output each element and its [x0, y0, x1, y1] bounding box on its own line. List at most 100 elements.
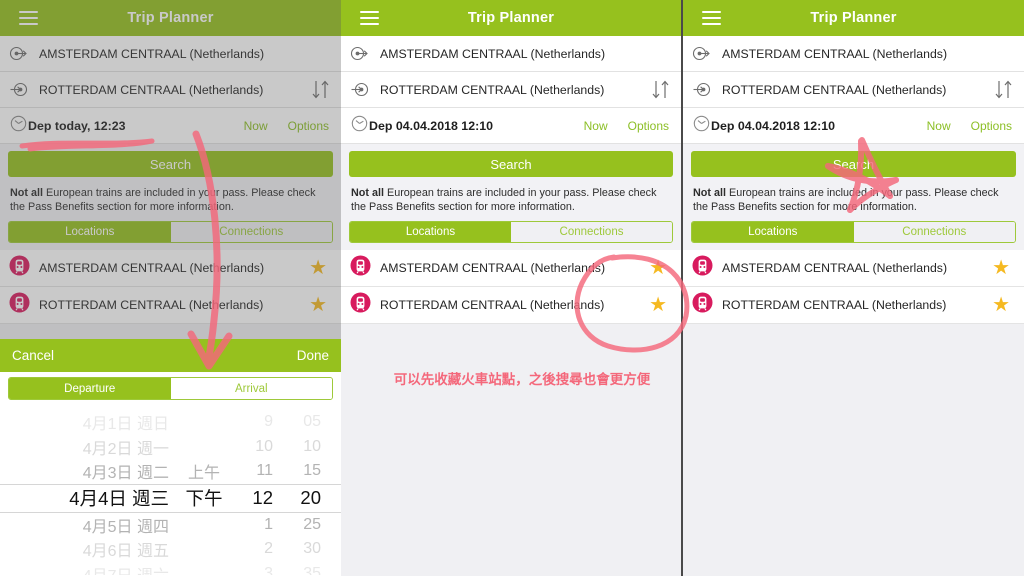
swap-vertical-icon[interactable]: [650, 78, 671, 101]
panel-1: Trip Planner AMSTERDAM CENTRAAL (Netherl…: [0, 0, 341, 576]
datetime-row[interactable]: Dep 04.04.2018 12:10 Now Options: [341, 108, 681, 144]
now-link[interactable]: Now: [584, 119, 608, 133]
tab-connections[interactable]: Connections: [853, 222, 1015, 242]
origin-row[interactable]: AMSTERDAM CENTRAAL (Netherlands): [683, 36, 1024, 72]
tab-locations[interactable]: Locations: [692, 222, 854, 242]
picker-minute: 10: [303, 437, 321, 455]
clock-icon: [9, 114, 28, 138]
train-station-icon: [692, 292, 713, 318]
favorite-star-icon[interactable]: ★: [649, 295, 667, 315]
datetime-picker-modal: Cancel Done Departure Arrival 4月1日 週日 9 …: [0, 339, 341, 576]
list-item[interactable]: ROTTERDAM CENTRAAL (Netherlands) ★: [0, 287, 341, 324]
destination-row[interactable]: ROTTERDAM CENTRAAL (Netherlands): [341, 72, 681, 108]
picker-minute: 20: [300, 487, 321, 508]
app-header-3: Trip Planner: [683, 0, 1024, 36]
options-link[interactable]: Options: [288, 119, 329, 133]
datetime-picker[interactable]: 4月1日 週日 9 05 4月2日 週一 10 10 4月3日 週二 上午 11…: [0, 405, 341, 575]
tab-departure[interactable]: Departure: [9, 378, 171, 399]
options-link[interactable]: Options: [971, 119, 1012, 133]
list-item-label: AMSTERDAM CENTRAAL (Netherlands): [380, 261, 606, 275]
pass-notice: Not all European trains are included in …: [683, 184, 1024, 221]
picker-hour: 2: [264, 540, 273, 558]
picker-row[interactable]: 4月1日 週日 9 05: [0, 410, 341, 435]
search-button[interactable]: Search: [691, 151, 1016, 177]
modal-action-bar: Cancel Done: [0, 339, 341, 372]
picker-hour: 12: [252, 487, 273, 508]
app-header-2: Trip Planner: [341, 0, 681, 36]
now-link[interactable]: Now: [244, 119, 268, 133]
picker-date: 4月5日 週四: [82, 518, 169, 536]
page-title: Trip Planner: [810, 10, 897, 26]
destination-icon: [350, 80, 380, 99]
picker-row[interactable]: 4月6日 週五 2 30: [0, 537, 341, 562]
pass-notice-rest: European trains are included in your pas…: [693, 187, 999, 213]
picker-date: 4月1日 週日: [82, 416, 169, 434]
hamburger-icon[interactable]: [360, 11, 379, 25]
hamburger-icon[interactable]: [19, 11, 38, 25]
origin-label: AMSTERDAM CENTRAAL (Netherlands): [39, 46, 265, 61]
favorite-star-icon[interactable]: ★: [992, 295, 1010, 315]
page-title: Trip Planner: [467, 10, 555, 26]
hamburger-icon[interactable]: [702, 11, 721, 25]
list-item[interactable]: AMSTERDAM CENTRAAL (Netherlands) ★: [0, 250, 341, 287]
favorite-star-icon[interactable]: ★: [309, 295, 327, 315]
favorite-star-icon[interactable]: ★: [649, 258, 667, 278]
list-item[interactable]: AMSTERDAM CENTRAAL (Netherlands) ★: [341, 250, 681, 287]
train-station-icon: [692, 255, 713, 281]
picker-row[interactable]: 4月2日 週一 10 10: [0, 435, 341, 460]
train-station-icon: [9, 255, 30, 281]
list-item[interactable]: ROTTERDAM CENTRAAL (Netherlands) ★: [341, 287, 681, 324]
datetime-label: Dep 04.04.2018 12:10: [711, 118, 835, 133]
search-area-3: Search: [683, 144, 1024, 184]
tab-locations[interactable]: Locations: [350, 222, 511, 242]
now-link[interactable]: Now: [927, 119, 951, 133]
panel-3: Trip Planner AMSTERDAM CENTRAAL (Netherl…: [683, 0, 1024, 576]
picker-row[interactable]: 4月5日 週四 1 25: [0, 513, 341, 538]
options-link[interactable]: Options: [628, 119, 669, 133]
origin-row[interactable]: AMSTERDAM CENTRAAL (Netherlands): [0, 36, 341, 72]
list-item[interactable]: ROTTERDAM CENTRAAL (Netherlands) ★: [683, 287, 1024, 324]
train-station-icon: [350, 292, 371, 318]
origin-label: AMSTERDAM CENTRAAL (Netherlands): [722, 46, 948, 61]
picker-minute: 25: [303, 515, 321, 533]
tabs-area-1: Locations Connections: [0, 221, 341, 250]
clock-icon: [350, 114, 369, 138]
pass-notice-bold: Not all: [10, 187, 43, 199]
picker-minute: 05: [303, 413, 321, 431]
destination-label: ROTTERDAM CENTRAAL (Netherlands): [380, 82, 605, 97]
datetime-row[interactable]: Dep 04.04.2018 12:10 Now Options: [683, 108, 1024, 144]
picker-row[interactable]: 4月3日 週二 上午 11 15: [0, 459, 341, 484]
datetime-row[interactable]: Dep today, 12:23 Now Options: [0, 108, 341, 144]
list-item[interactable]: AMSTERDAM CENTRAAL (Netherlands) ★: [683, 250, 1024, 287]
cancel-button[interactable]: Cancel: [12, 348, 54, 363]
picker-row[interactable]: 4月7日 週六 3 35: [0, 562, 341, 575]
picker-row-selected[interactable]: 4月4日 週三 下午 12 20: [0, 484, 341, 513]
tab-connections[interactable]: Connections: [511, 222, 672, 242]
destination-row[interactable]: ROTTERDAM CENTRAAL (Netherlands): [683, 72, 1024, 108]
picker-minute: 15: [303, 462, 321, 480]
picker-date: 4月4日 週三: [69, 488, 169, 509]
tab-connections[interactable]: Connections: [170, 222, 332, 242]
tab-locations[interactable]: Locations: [9, 222, 171, 242]
search-button[interactable]: Search: [8, 151, 333, 177]
done-button[interactable]: Done: [297, 348, 329, 363]
destination-row[interactable]: ROTTERDAM CENTRAAL (Netherlands): [0, 72, 341, 108]
panel-3-filler: [683, 324, 1024, 576]
swap-vertical-icon[interactable]: [993, 78, 1014, 101]
tab-arrival[interactable]: Arrival: [170, 378, 332, 399]
favorite-star-icon[interactable]: ★: [309, 258, 327, 278]
picker-hour: 1: [264, 515, 273, 533]
picker-hour: 11: [256, 462, 273, 480]
tabs-area-2: Locations Connections: [341, 221, 681, 250]
search-button[interactable]: Search: [349, 151, 673, 177]
destination-label: ROTTERDAM CENTRAAL (Netherlands): [39, 82, 264, 97]
picker-ampm: 上午: [187, 465, 220, 483]
origin-row[interactable]: AMSTERDAM CENTRAAL (Netherlands): [341, 36, 681, 72]
picker-minute: 35: [303, 564, 321, 575]
list-item-label: AMSTERDAM CENTRAAL (Netherlands): [39, 261, 265, 275]
train-station-icon: [350, 255, 371, 281]
swap-vertical-icon[interactable]: [310, 78, 331, 101]
list-item-label: AMSTERDAM CENTRAAL (Netherlands): [722, 261, 948, 275]
favorite-star-icon[interactable]: ★: [992, 258, 1010, 278]
picker-hour: 10: [255, 437, 273, 455]
